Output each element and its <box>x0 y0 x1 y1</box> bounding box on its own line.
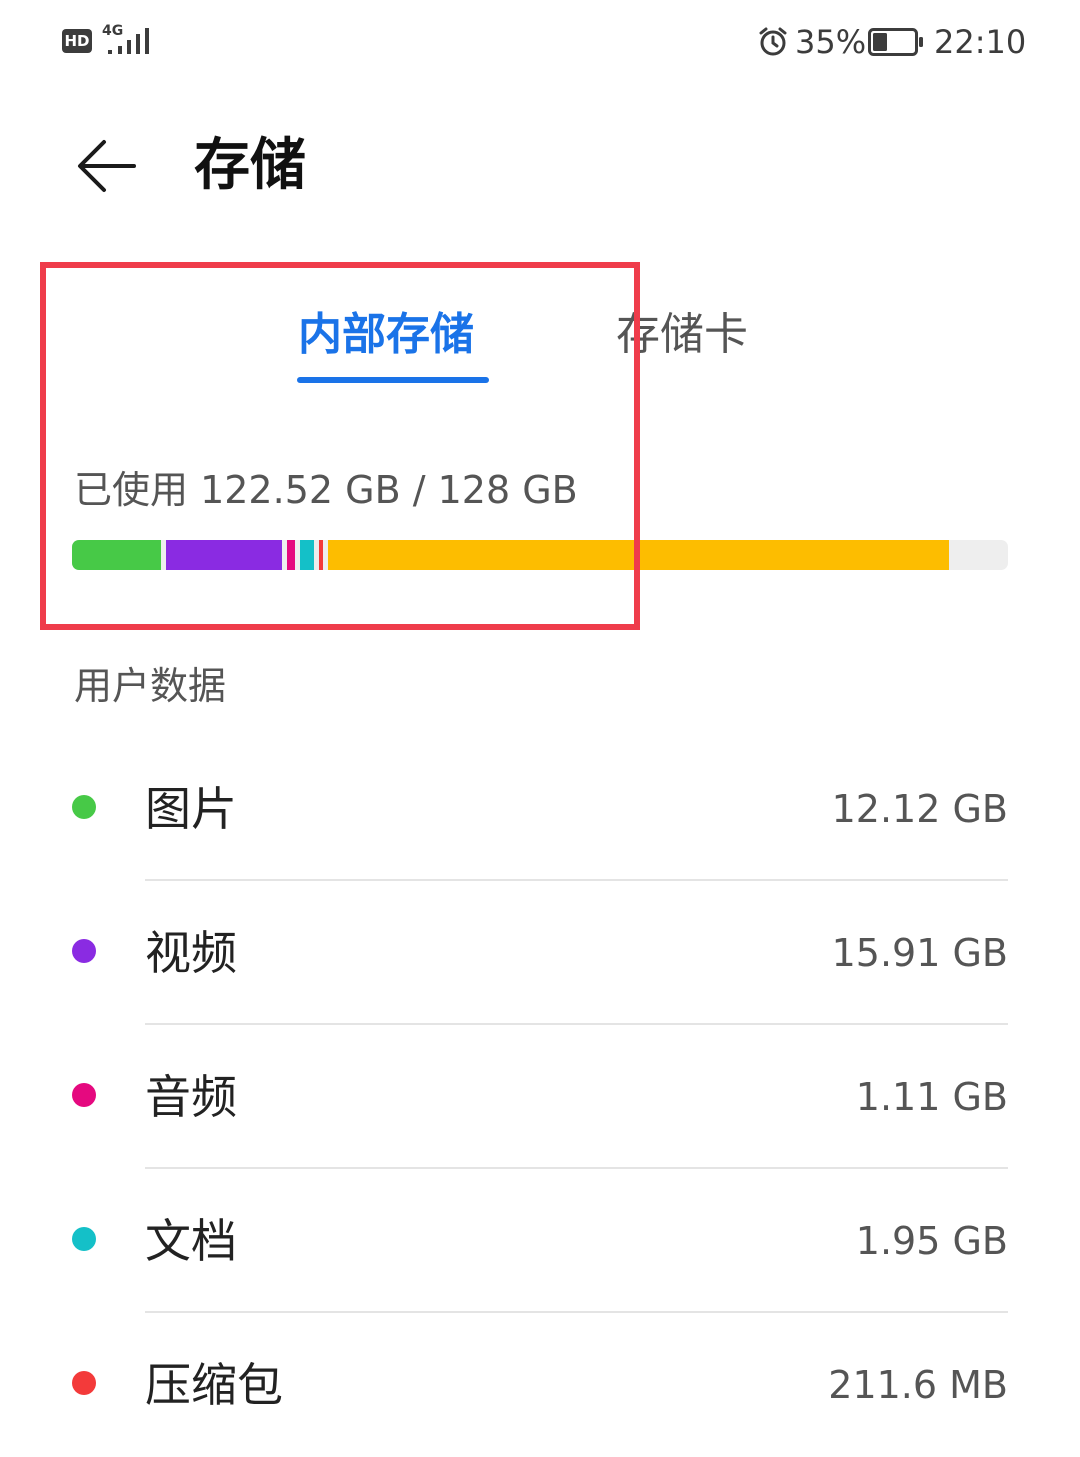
category-label: 图片 <box>145 782 237 836</box>
alarm-icon <box>759 27 787 56</box>
hd-badge: HD <box>62 29 92 53</box>
signal-bars-icon <box>108 28 149 54</box>
battery-percent: 35% <box>795 23 867 61</box>
list-item-pictures[interactable]: 图片 12.12 GB <box>0 737 1080 881</box>
category-dot <box>72 1227 96 1251</box>
category-size: 12.12 GB <box>831 787 1008 831</box>
page-title: 存储 <box>194 133 306 198</box>
status-bar: HD 4G 35% 22:10 <box>0 0 1080 84</box>
tab-internal-storage[interactable]: 内部存储 <box>298 305 474 365</box>
category-size: 211.6 MB <box>828 1363 1008 1407</box>
back-arrow-icon[interactable] <box>74 136 138 196</box>
category-label: 视频 <box>145 926 237 980</box>
list-item-documents[interactable]: 文档 1.95 GB <box>0 1169 1080 1313</box>
status-clock: 22:10 <box>934 23 1027 61</box>
usage-segment <box>328 540 949 570</box>
category-size: 1.11 GB <box>855 1075 1008 1119</box>
usage-segment <box>300 540 315 570</box>
category-size: 1.95 GB <box>855 1219 1008 1263</box>
list-item-audio[interactable]: 音频 1.11 GB <box>0 1025 1080 1169</box>
usage-segment <box>319 540 324 570</box>
battery-icon <box>868 28 923 56</box>
usage-segment <box>72 540 161 570</box>
category-dot <box>72 1371 96 1395</box>
list-item-videos[interactable]: 视频 15.91 GB <box>0 881 1080 1025</box>
tab-storage-card[interactable]: 存储卡 <box>616 305 748 365</box>
category-label: 音频 <box>145 1070 237 1124</box>
list-item-archives[interactable]: 压缩包 211.6 MB <box>0 1313 1080 1457</box>
storage-usage-text: 已使用 122.52 GB / 128 GB <box>74 468 578 512</box>
category-label: 文档 <box>145 1214 237 1268</box>
category-dot <box>72 1083 96 1107</box>
storage-usage-bar <box>72 540 1008 570</box>
category-dot <box>72 795 96 819</box>
active-tab-indicator <box>297 377 489 383</box>
usage-segment <box>165 540 282 570</box>
category-dot <box>72 939 96 963</box>
category-size: 15.91 GB <box>831 931 1008 975</box>
usage-segment <box>286 540 296 570</box>
section-title-user-data: 用户数据 <box>74 664 227 708</box>
category-label: 压缩包 <box>145 1358 283 1412</box>
